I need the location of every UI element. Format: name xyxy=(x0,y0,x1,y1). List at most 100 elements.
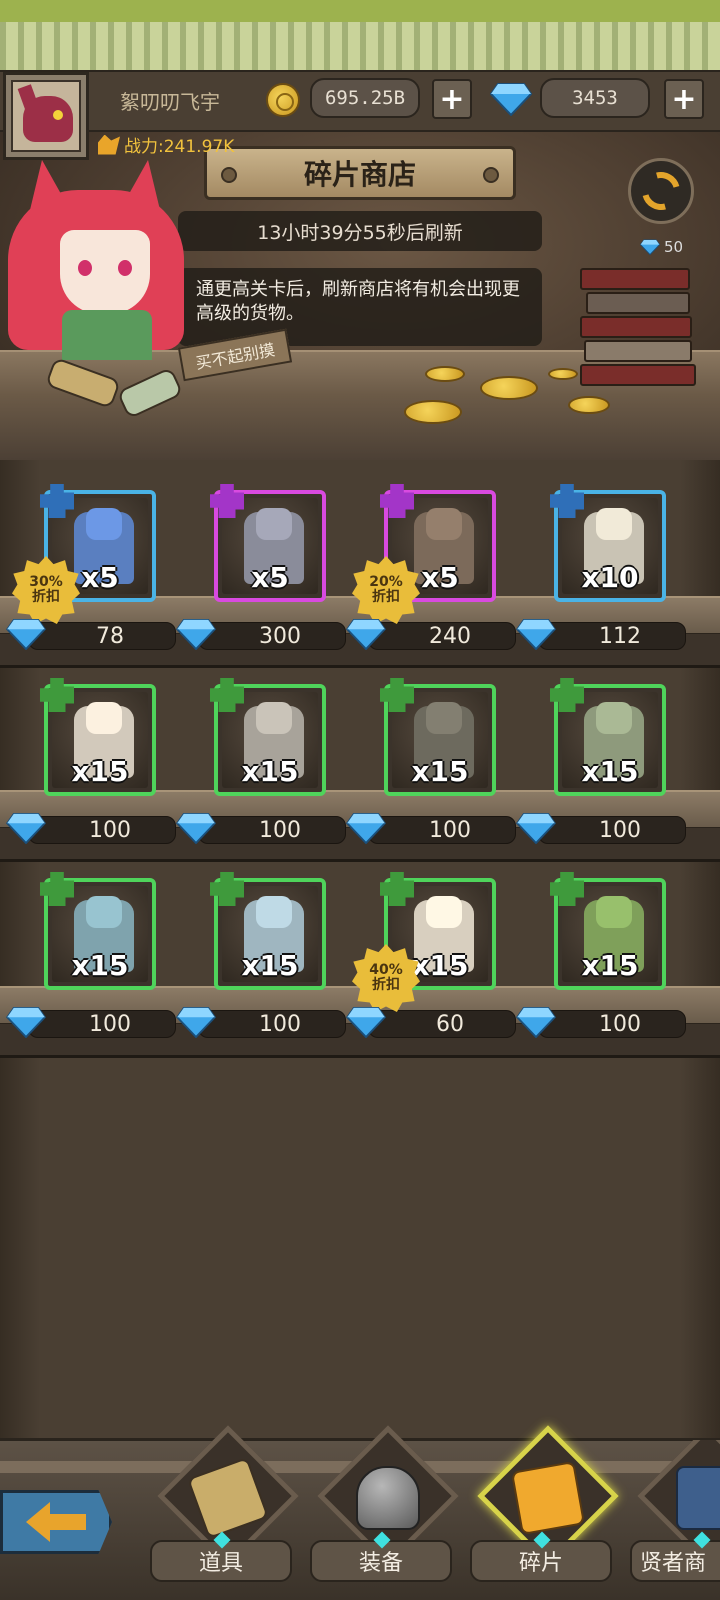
item-price[interactable]: 300 xyxy=(175,618,346,651)
item-price-value: 78 xyxy=(28,622,176,650)
tab-items[interactable]: 道具 xyxy=(150,1425,300,1600)
player-name: 絮叨叨飞宇 xyxy=(120,90,220,114)
shop-item-card[interactable]: x10 xyxy=(550,484,666,602)
discount-label: 折扣 xyxy=(32,589,60,605)
item-price[interactable]: 100 xyxy=(515,812,686,845)
hero-head-icon xyxy=(86,508,122,540)
item-quantity: x10 xyxy=(581,561,639,594)
gem-icon-wrap xyxy=(5,618,47,654)
plus-icon: + xyxy=(671,81,697,117)
item-price[interactable]: 100 xyxy=(345,812,516,845)
shopkeeper-dialog: 通更高关卡后，刷新商店将有机会出现更高级的货物。 xyxy=(178,268,542,346)
shopkeeper-character xyxy=(0,160,190,360)
shop-item-card[interactable]: x15 xyxy=(40,872,156,990)
item-price-value: 240 xyxy=(368,622,516,650)
item-quantity: x15 xyxy=(581,755,639,788)
gem-icon xyxy=(175,1006,217,1039)
dragon-icon xyxy=(676,1466,720,1530)
tab-equipment[interactable]: 装备 xyxy=(310,1425,460,1600)
gem-icon-wrap xyxy=(5,1006,47,1042)
back-button[interactable] xyxy=(0,1490,112,1554)
shop-item-card[interactable]: x15 xyxy=(380,678,496,796)
item-price[interactable]: 100 xyxy=(5,1006,176,1039)
discount-percent: 20% xyxy=(369,574,403,590)
screw-icon xyxy=(483,167,499,183)
hero-head-icon xyxy=(596,508,632,540)
item-quantity: x15 xyxy=(581,949,639,982)
gem-icon-wrap xyxy=(345,812,387,848)
shop-item-card[interactable]: x5 30% 折扣 xyxy=(12,484,156,624)
shop-item-card[interactable]: x15 40% 折扣 xyxy=(352,872,496,1012)
combat-power: 战力:241.97K xyxy=(98,132,234,157)
hero-head-icon xyxy=(256,896,292,928)
hero-head-icon xyxy=(596,896,632,928)
gem-icon-wrap xyxy=(175,1006,217,1042)
gem-icon-wrap xyxy=(345,1006,387,1042)
shop-item-card[interactable]: x5 20% 折扣 xyxy=(352,484,496,624)
add-gems-button[interactable]: + xyxy=(664,79,704,119)
grass-backdrop xyxy=(0,0,720,72)
gem-icon-wrap xyxy=(175,618,217,654)
hero-head-icon xyxy=(86,896,122,928)
item-price[interactable]: 240 xyxy=(345,618,516,651)
item-price-value: 100 xyxy=(538,816,686,844)
item-price[interactable]: 60 xyxy=(345,1006,516,1039)
tab-fragments[interactable]: 碎片 xyxy=(470,1425,620,1600)
shop-item-card[interactable]: x15 xyxy=(40,678,156,796)
dragon-portrait-icon xyxy=(11,80,81,152)
shop-item-card[interactable]: x15 xyxy=(210,872,326,990)
gem-icon-wrap xyxy=(515,618,557,654)
gold-coin-icon xyxy=(266,83,300,117)
shop-item-card[interactable]: x15 xyxy=(550,872,666,990)
gem-icon xyxy=(515,618,557,651)
gem-icon xyxy=(345,812,387,845)
item-price[interactable]: 100 xyxy=(175,812,346,845)
combat-power-label: 战力:241.97K xyxy=(124,137,235,157)
gem-icon-wrap xyxy=(5,812,47,848)
item-price[interactable]: 100 xyxy=(175,1006,346,1039)
hero-head-icon xyxy=(426,702,462,734)
gem-icon-wrap xyxy=(345,618,387,654)
item-price-value: 100 xyxy=(198,1010,346,1038)
discount-percent: 40% xyxy=(369,962,403,978)
item-price-value: 300 xyxy=(198,622,346,650)
tab-sage-shop[interactable]: 贤者商 xyxy=(630,1440,720,1600)
hero-head-icon xyxy=(596,702,632,734)
item-price-value: 100 xyxy=(368,816,516,844)
item-price[interactable]: 100 xyxy=(515,1006,686,1039)
discount-label: 折扣 xyxy=(372,589,400,605)
helmet-icon xyxy=(356,1466,420,1530)
refresh-shop-button[interactable] xyxy=(628,158,694,224)
coin-balance: 695.25B xyxy=(310,78,420,118)
hero-head-icon xyxy=(426,896,462,928)
shop-item-card[interactable]: x15 xyxy=(210,678,326,796)
item-quantity: x15 xyxy=(71,755,129,788)
shop-item-card[interactable]: x15 xyxy=(550,678,666,796)
shop-item-card[interactable]: x5 xyxy=(210,484,326,602)
gem-icon xyxy=(175,618,217,651)
gem-icon xyxy=(5,618,47,651)
discount-label: 折扣 xyxy=(372,977,400,993)
discount-percent: 30% xyxy=(29,574,63,590)
gem-icon xyxy=(5,1006,47,1039)
gem-icon xyxy=(640,239,660,255)
item-price[interactable]: 78 xyxy=(5,618,176,651)
gem-icon xyxy=(345,618,387,651)
hero-head-icon xyxy=(256,702,292,734)
gem-icon xyxy=(175,812,217,845)
item-quantity: x15 xyxy=(411,755,469,788)
item-price-value: 100 xyxy=(538,1010,686,1038)
gold-coin-icon xyxy=(568,396,610,414)
gem-icon xyxy=(490,83,532,116)
item-price[interactable]: 112 xyxy=(515,618,686,651)
gem-icon xyxy=(515,1006,557,1039)
book-stack-icon xyxy=(580,268,700,408)
player-avatar[interactable] xyxy=(3,72,89,160)
refresh-cost-value: 50 xyxy=(664,238,684,256)
gem-icon-wrap xyxy=(515,1006,557,1042)
item-price[interactable]: 100 xyxy=(5,812,176,845)
item-quantity: x15 xyxy=(241,755,299,788)
add-coins-button[interactable]: + xyxy=(432,79,472,119)
item-price-value: 100 xyxy=(28,816,176,844)
puzzle-piece-icon xyxy=(510,1460,586,1536)
